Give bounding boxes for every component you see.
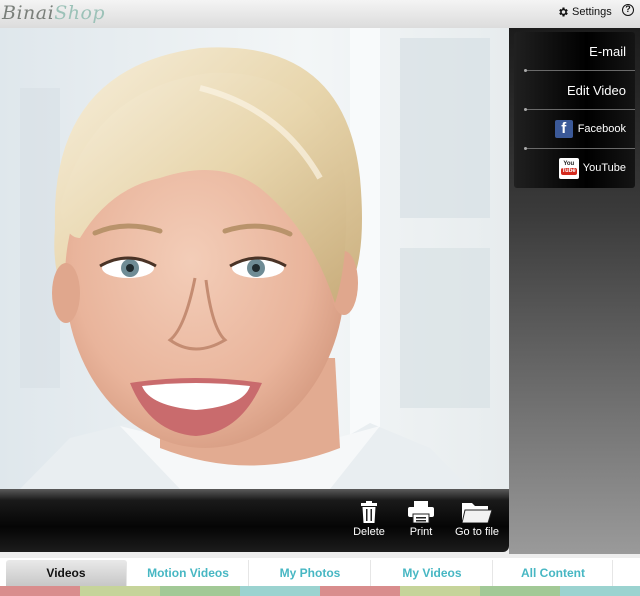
color-stripe xyxy=(560,586,640,596)
edit-video-label: Edit Video xyxy=(566,82,626,98)
logo: BinaiShop xyxy=(2,0,105,26)
photo-preview xyxy=(0,28,509,489)
tab-all-content[interactable]: All Content xyxy=(494,560,613,586)
share-panel: E-mail Edit Video f Facebook You Tube You… xyxy=(509,28,640,554)
logo-text-binai: Binai xyxy=(2,2,55,24)
youtube-icon: You Tube xyxy=(558,157,579,179)
print-label: Print xyxy=(409,526,433,538)
color-stripe-bar xyxy=(0,586,640,596)
facebook-button[interactable]: f Facebook xyxy=(514,110,635,148)
youtube-button[interactable]: You Tube YouTube xyxy=(514,149,635,187)
tab-bar: Videos Motion Videos My Photos My Videos… xyxy=(0,558,640,586)
settings-label: Settings xyxy=(572,6,612,18)
email-button[interactable]: E-mail xyxy=(514,32,635,70)
header-bar: BinaiShop Settings ? xyxy=(0,0,640,28)
color-stripe xyxy=(320,586,400,596)
help-icon[interactable]: ? xyxy=(622,4,634,16)
go-to-file-button[interactable]: Go to file xyxy=(452,501,502,545)
color-stripe xyxy=(480,586,560,596)
facebook-icon: f xyxy=(554,120,573,138)
folder-icon xyxy=(462,503,492,523)
tab-my-photos[interactable]: My Photos xyxy=(250,560,371,586)
app-window: BinaiShop Settings ? E-mail Edit Video f… xyxy=(0,0,640,596)
logo-text-shop: Shop xyxy=(54,2,106,24)
portrait-image xyxy=(0,28,509,489)
edit-video-button[interactable]: Edit Video xyxy=(514,71,635,109)
color-stripe xyxy=(160,586,240,596)
email-label: E-mail xyxy=(589,43,626,59)
gear-icon xyxy=(559,7,568,17)
share-menu: E-mail Edit Video f Facebook You Tube You… xyxy=(514,32,635,188)
trash-icon xyxy=(361,501,377,523)
tab-motion-videos[interactable]: Motion Videos xyxy=(128,560,249,586)
action-bar: Delete Print Go to file xyxy=(0,489,509,552)
color-stripe xyxy=(0,586,80,596)
tab-my-videos[interactable]: My Videos xyxy=(372,560,493,586)
color-stripe xyxy=(400,586,480,596)
color-stripe xyxy=(240,586,320,596)
printer-icon xyxy=(408,501,434,523)
delete-button[interactable]: Delete xyxy=(352,501,386,545)
print-button[interactable]: Print xyxy=(404,501,438,545)
delete-label: Delete xyxy=(353,526,385,538)
facebook-label: Facebook xyxy=(577,123,626,135)
go-to-file-label: Go to file xyxy=(454,526,500,538)
settings-button[interactable]: Settings xyxy=(557,3,612,21)
tab-videos[interactable]: Videos xyxy=(6,560,127,586)
youtube-label: YouTube xyxy=(582,162,626,174)
color-stripe xyxy=(80,586,160,596)
